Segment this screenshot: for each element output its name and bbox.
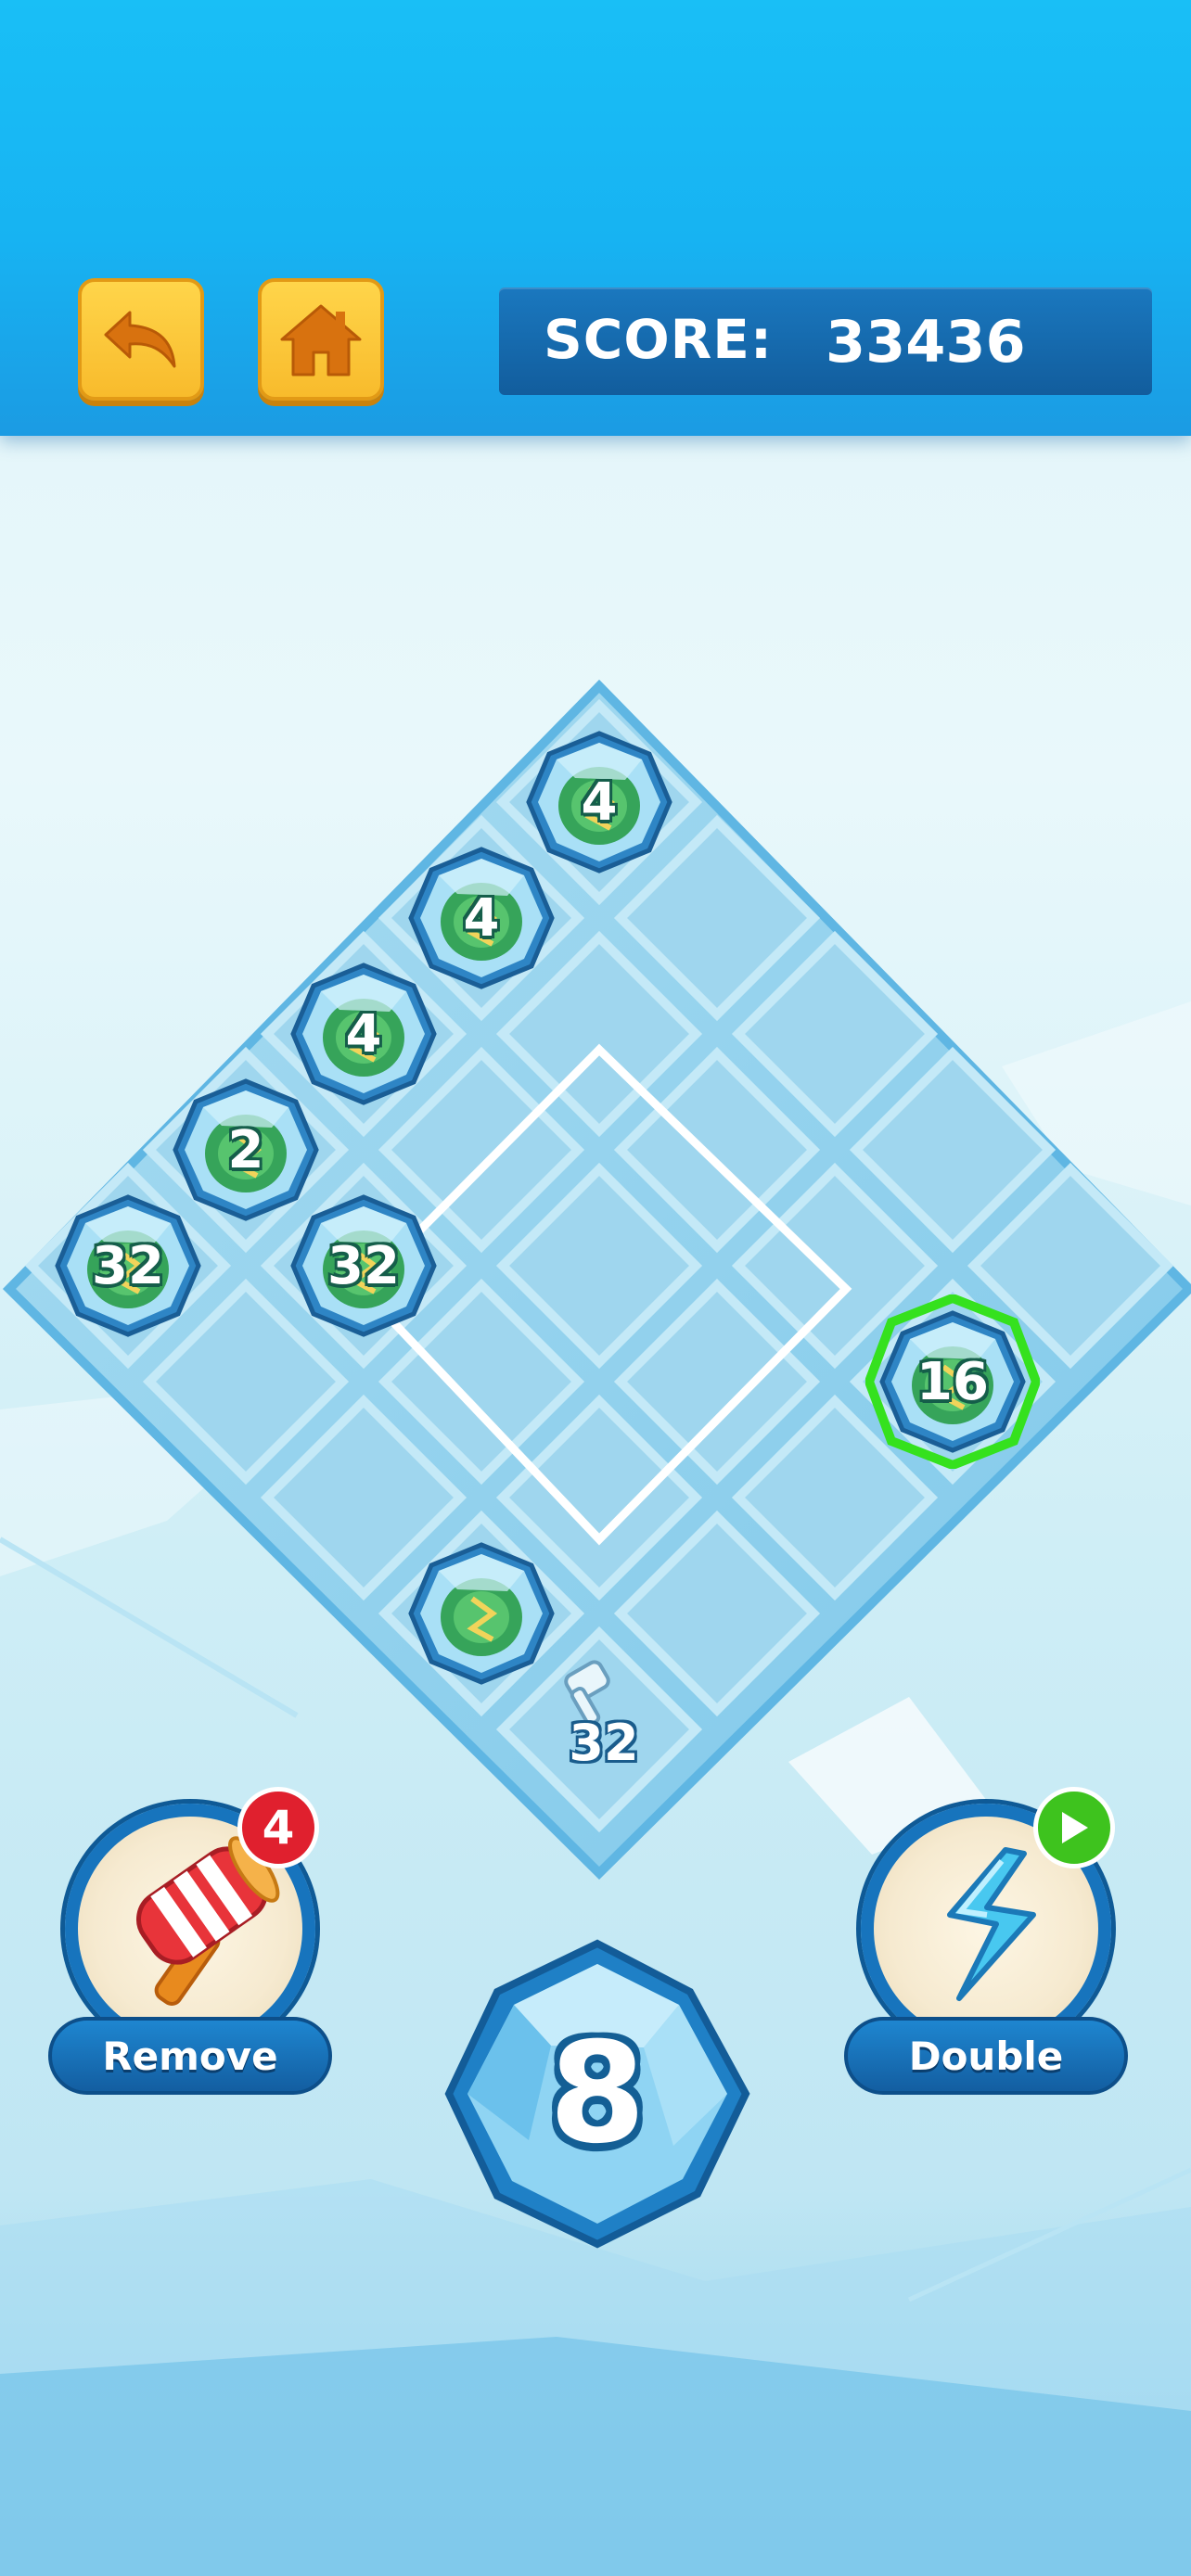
remove-label: Remove (48, 2017, 332, 2095)
board-tile[interactable]: 32 (289, 1192, 438, 1340)
tile-value: 16 (916, 1351, 989, 1412)
next-tile-value: 8 (548, 2013, 647, 2174)
score-panel: SCORE: 33436 (499, 287, 1152, 395)
drop-hint: 32 (553, 1660, 655, 1780)
board-tile[interactable] (407, 1539, 556, 1688)
play-icon (1062, 1812, 1088, 1843)
score-value: 33436 (826, 308, 1026, 376)
next-tile[interactable]: 8 (440, 1936, 755, 2251)
double-powerup[interactable]: Double (844, 1787, 1128, 2095)
double-label: Double (844, 2017, 1128, 2095)
score-label: SCORE: (544, 308, 774, 371)
top-bar: SCORE: 33436 (0, 0, 1191, 436)
tile-value (407, 1539, 556, 1688)
undo-arrow-icon (104, 311, 176, 368)
tile-value: 32 (327, 1235, 400, 1296)
remove-count-badge: 4 (237, 1787, 319, 1868)
watch-ad-badge[interactable] (1033, 1787, 1115, 1868)
board-tile-selected[interactable]: 16 (865, 1294, 1040, 1469)
tile-value: 32 (92, 1235, 164, 1296)
remove-powerup[interactable]: 4 Remove (48, 1787, 332, 2095)
board-tile[interactable]: 32 (54, 1192, 202, 1340)
back-button[interactable] (78, 278, 204, 401)
hint-value: 32 (569, 1714, 639, 1772)
home-icon (280, 304, 362, 376)
home-button[interactable] (258, 278, 384, 401)
